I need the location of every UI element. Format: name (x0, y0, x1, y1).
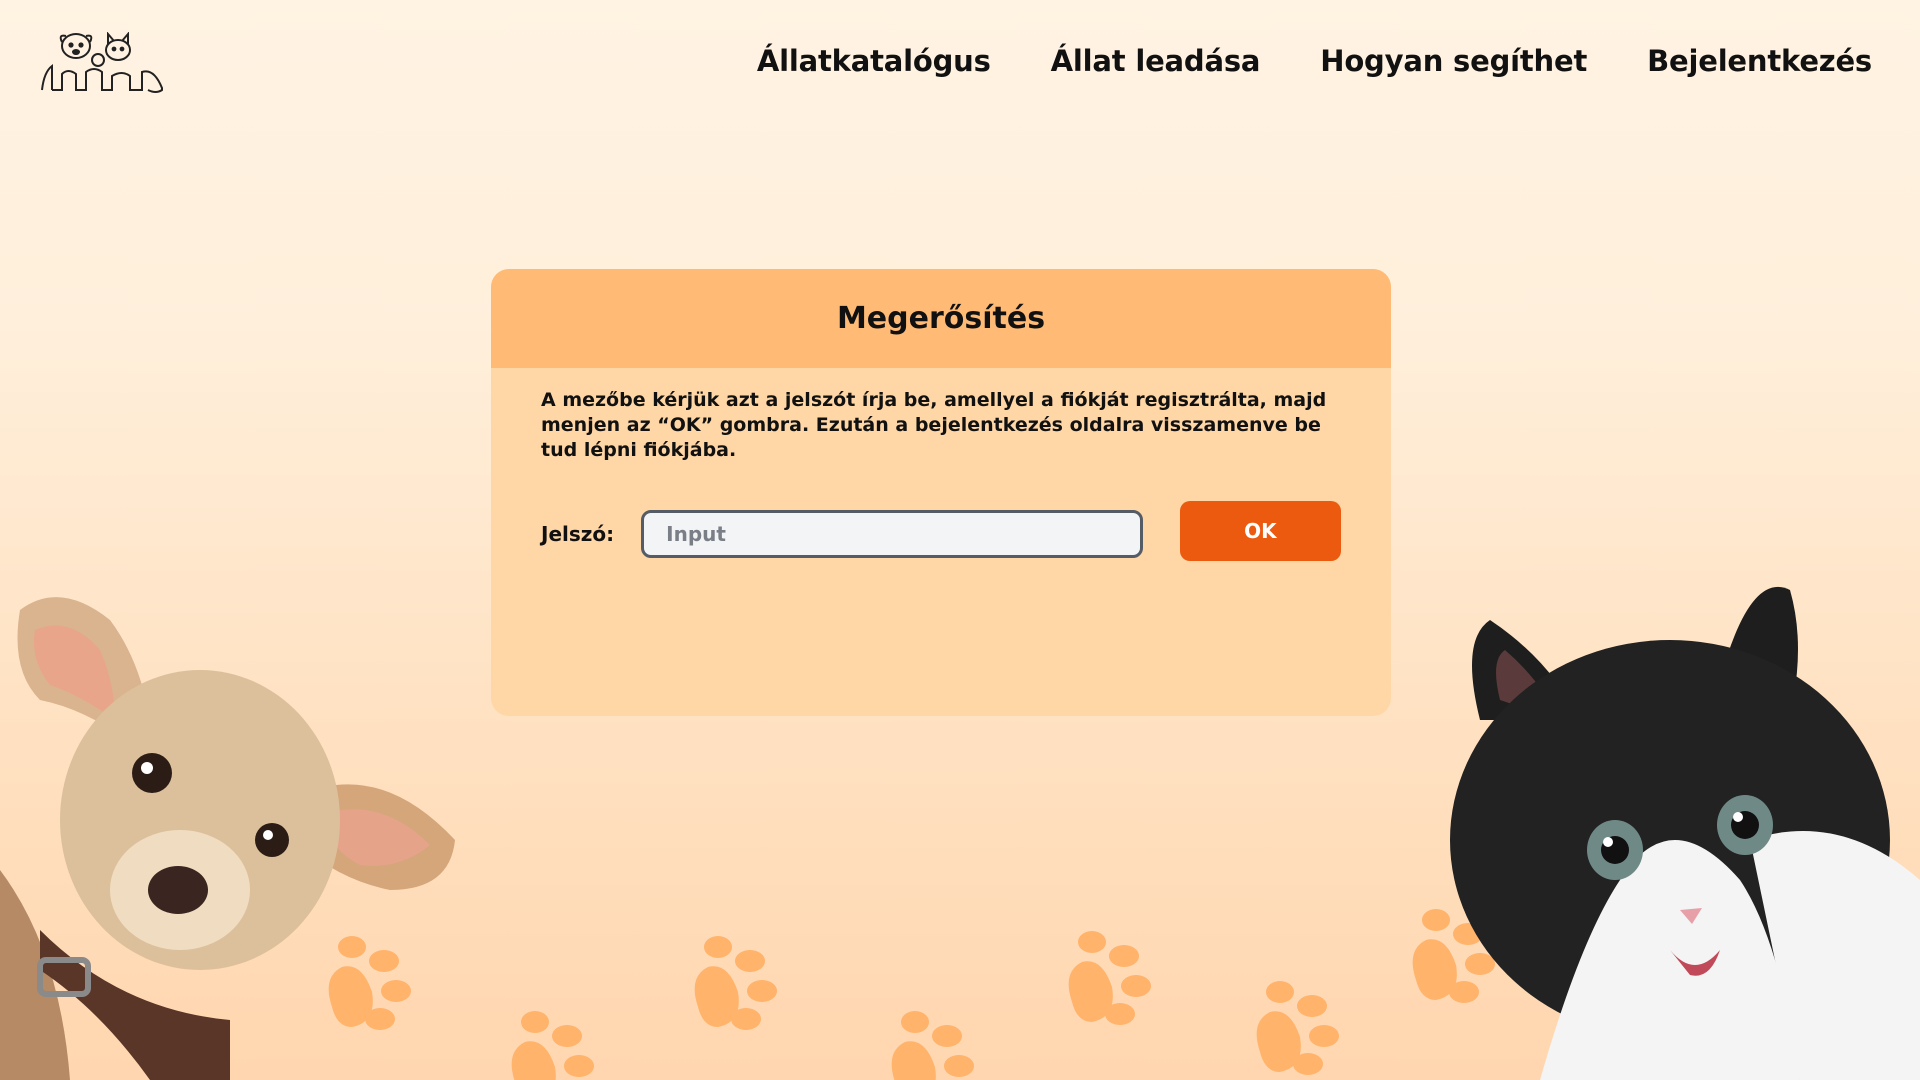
confirmation-dialog: Megerősítés A mezőbe kérjük azt a jelszó… (491, 269, 1391, 716)
ok-button[interactable]: OK (1179, 501, 1341, 561)
paw-icon (1256, 981, 1339, 1075)
nav-item-login[interactable]: Bejelentkezés (1647, 44, 1872, 78)
paw-icon (891, 1011, 974, 1080)
puppy-image (0, 597, 455, 1080)
paw-icon (1068, 931, 1151, 1025)
paw-icon (511, 1011, 594, 1080)
nav-item-animal-catalog[interactable]: Állatkatalógus (757, 44, 991, 78)
dialog-title: Megerősítés (836, 301, 1046, 336)
kitten-image (1450, 586, 1920, 1080)
paw-icon (694, 936, 777, 1030)
dog-and-cat-logo-icon[interactable] (38, 32, 166, 94)
main-nav: Állatkatalógus Állat leadása Hogyan segí… (757, 44, 1872, 78)
dialog-body: A mezőbe kérjük azt a jelszót írja be, a… (491, 368, 1391, 581)
dialog-header: Megerősítés (491, 269, 1391, 368)
password-label: Jelszó: (541, 522, 615, 546)
dialog-instructions: A mezőbe kérjük azt a jelszót írja be, a… (541, 389, 1327, 461)
nav-item-surrender-animal[interactable]: Állat leadása (1051, 44, 1261, 78)
password-input[interactable] (641, 510, 1143, 558)
password-row: Jelszó: OK (541, 501, 1341, 561)
nav-item-how-to-help[interactable]: Hogyan segíthet (1320, 44, 1587, 78)
